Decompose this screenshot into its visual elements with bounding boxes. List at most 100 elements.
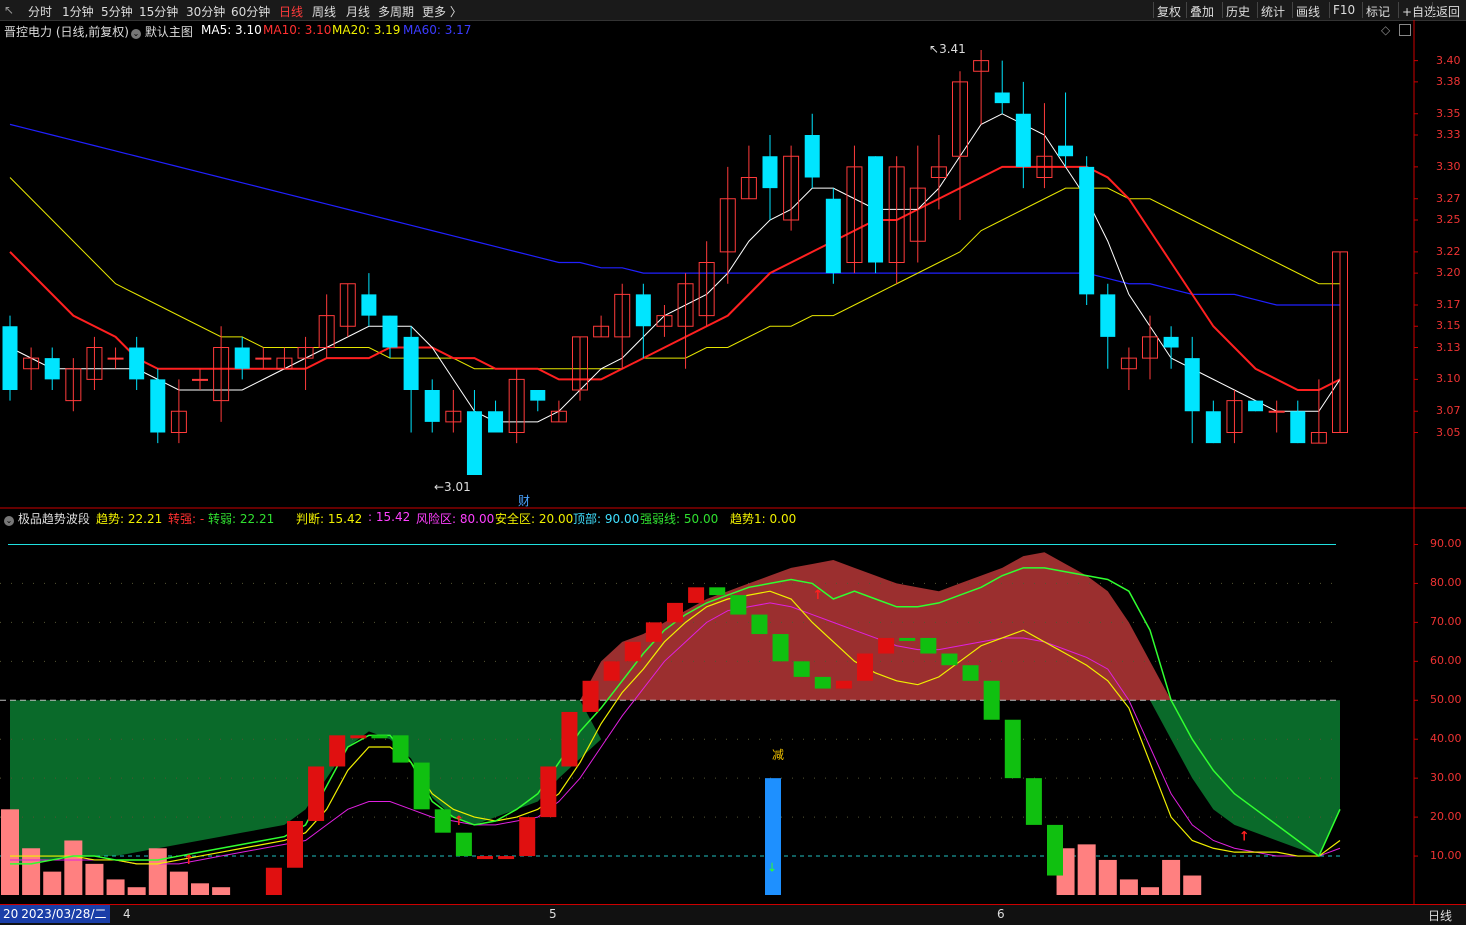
trend-box-up [540, 766, 557, 818]
momentum-bar [1141, 887, 1159, 895]
indicator-tick-label: 90.00 [1430, 537, 1462, 551]
candle-body-down [234, 347, 250, 369]
candle-body-down [424, 390, 440, 422]
trend-box-down [1047, 824, 1063, 876]
candle-body-down [361, 294, 377, 316]
period-indicator[interactable]: 日线 [1428, 907, 1452, 924]
candle-body-down [762, 156, 778, 189]
trend-box-down [941, 653, 958, 666]
momentum-bar [148, 848, 167, 895]
diamond-icon[interactable]: ◇ [1381, 23, 1390, 37]
risk-zone-label: 风险区: 80.00 [416, 512, 495, 526]
arrow-left-icon: ↖ [929, 42, 940, 56]
strong-weak-label: 强弱线: 50.00 [640, 512, 719, 526]
momentum-bar [1, 809, 19, 895]
candle-body-up [1268, 410, 1285, 413]
momentum-bar [1162, 859, 1181, 895]
candle-body-down [382, 315, 398, 348]
low-price-label: ←3.01 [434, 480, 471, 494]
momentum-bar [106, 879, 125, 895]
month-label-5: 5 [549, 907, 557, 921]
candle-body-down [2, 326, 18, 390]
price-tick-label: 3.10 [1436, 372, 1461, 386]
trend-box-down [983, 680, 1000, 720]
ma5-label: MA5: 3.10 [201, 23, 262, 37]
finance-marker[interactable]: 财 [518, 492, 530, 509]
stock-title: 晋控电力 (日线,前复权) [4, 25, 129, 39]
up-arrow-icon: ↑ [812, 588, 823, 603]
down-arrow-icon: ↓ [767, 861, 777, 875]
momentum-bar [64, 840, 83, 895]
price-tick-label: 3.15 [1436, 319, 1461, 333]
trend-box-down [730, 595, 747, 615]
trend-box-up [287, 821, 303, 868]
candle-body-up [255, 357, 272, 360]
candle-body-down [129, 347, 145, 380]
trend-box-down [709, 587, 726, 596]
indicator-tick-label: 50.00 [1430, 693, 1462, 707]
risk-zone-area [10, 552, 1340, 701]
momentum-bar [43, 871, 62, 895]
price-tick-label: 3.05 [1436, 425, 1461, 439]
trend-box-down [455, 832, 472, 857]
ma5-line [9, 113, 1341, 423]
trend-box-up [667, 602, 683, 623]
trend-box-up [645, 622, 662, 642]
indicator-tick-label: 10.00 [1430, 849, 1462, 863]
trend-box-up [624, 641, 641, 662]
trend-box-up [878, 637, 895, 654]
top-zone-label: 顶部: 90.00 [573, 512, 640, 526]
candle-body-down [1248, 400, 1264, 412]
indicator-selector[interactable]: ⌄ 极品趋势波段 [4, 510, 90, 527]
trend-box-down [751, 614, 768, 635]
candle-body-down [1205, 411, 1221, 444]
template-label: 默认主图 [144, 25, 193, 39]
trend-box-up [582, 680, 599, 712]
momentum-bar [22, 848, 41, 895]
window-toggle-icon[interactable] [1399, 24, 1411, 36]
candle-body-down [150, 379, 166, 433]
indicator-tick-label: 40.00 [1430, 732, 1462, 746]
up-arrow-icon: ↑ [454, 814, 465, 829]
candle-body-down [804, 135, 820, 178]
ma10-label: MA10: 3.10 [263, 23, 332, 37]
indicator-tick-label: 30.00 [1430, 771, 1462, 785]
indicator-tick-label: 80.00 [1430, 576, 1462, 590]
trend-box-down [1025, 778, 1042, 825]
trend-box-down [920, 637, 937, 654]
trend1-label: 趋势1: 0.00 [730, 512, 797, 526]
indicator-tick-label: 60.00 [1430, 654, 1462, 668]
momentum-bar [1183, 875, 1202, 895]
trend-box-up [308, 766, 325, 821]
price-tick-label: 3.38 [1436, 74, 1461, 88]
momentum-bar [1119, 879, 1138, 895]
trend-box-down [962, 665, 979, 681]
trend-box-up [561, 711, 578, 767]
template-selector[interactable]: ⌄ 默认主图 [131, 23, 193, 40]
trend-box-up [477, 856, 493, 860]
candle-body-down [44, 358, 60, 380]
trend-box-down [1004, 719, 1021, 779]
judge-label: 判断: 15.42 [296, 512, 363, 526]
candle-body-down [635, 294, 651, 327]
candle-body-down [868, 156, 884, 263]
momentum-bar [127, 887, 146, 895]
trend-box-down [899, 637, 916, 641]
trend-box-down [772, 634, 789, 662]
date-axis: 20 2023/03/28/二 4 5 6 日线 [0, 904, 1466, 925]
reduce-label: 减 [772, 748, 785, 762]
month-label-6: 6 [997, 907, 1005, 921]
indicator-tick-label: 70.00 [1430, 615, 1462, 629]
candle-body-down [1058, 145, 1074, 157]
trend-box-down [434, 809, 451, 833]
trend-box-down [413, 762, 430, 810]
candle-body-down [994, 92, 1010, 104]
candle-body-down [1079, 166, 1095, 295]
chart-canvas[interactable]: ↓ ↑ ↑ ↑ ↑ [0, 0, 1466, 924]
safe-zone-label: 安全区: 20.00 [495, 512, 574, 526]
price-tick-label: 3.27 [1436, 191, 1461, 205]
turn-strong-label: 转强: - [168, 512, 205, 526]
ma10-line [9, 165, 1341, 391]
trend-box-up [498, 856, 515, 860]
price-tick-label: 3.07 [1436, 404, 1461, 418]
